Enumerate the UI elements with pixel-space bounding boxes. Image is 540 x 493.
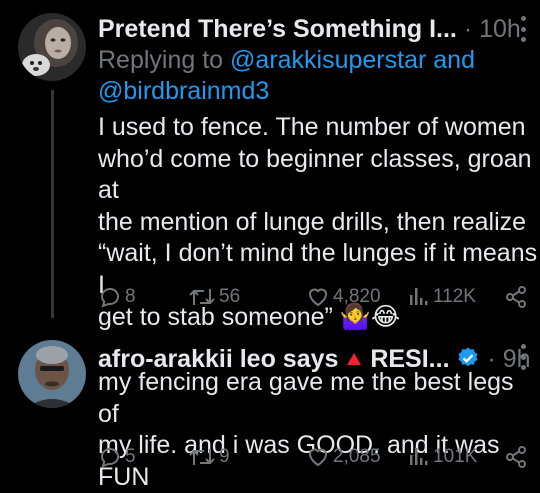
mention-link[interactable]: @arakkisuperstar <box>230 46 426 74</box>
tweet-text-line: the mention of lunge drills, then realiz… <box>98 207 527 236</box>
red-triangle-icon <box>347 353 362 365</box>
repost-count: 56 <box>219 286 241 307</box>
tweet-text: my fencing era gave me the best legs of … <box>98 367 538 493</box>
reply-button[interactable]: 8 <box>98 283 136 311</box>
tweet-text-line: who’d come to beginner classes, groan at <box>98 144 532 205</box>
replying-prefix: Replying to <box>98 46 224 74</box>
heart-icon <box>308 448 328 467</box>
views-icon <box>410 288 428 305</box>
share-button[interactable] <box>504 443 528 471</box>
tweet-text-line: my fencing era gave me the best legs of <box>98 368 514 428</box>
tweet[interactable]: Pretend There’s Something I... · 10h Rep… <box>0 0 540 331</box>
view-count: 112K <box>433 286 476 307</box>
share-icon <box>506 446 526 468</box>
like-button[interactable]: 2,085 <box>306 443 381 471</box>
reply-button[interactable]: 5 <box>98 443 136 471</box>
repost-count: 9 <box>219 446 230 467</box>
like-count: 4,820 <box>333 286 381 307</box>
reply-icon <box>100 288 119 308</box>
like-button[interactable]: 4,820 <box>306 283 381 311</box>
avatar[interactable] <box>18 13 86 81</box>
share-button[interactable] <box>504 283 528 311</box>
mention-link[interactable]: @birdbrainmd3 <box>98 77 269 105</box>
repost-icon <box>189 449 215 465</box>
action-bar: 5 9 2,085 101K <box>98 443 528 471</box>
tweet-text-line: I used to fence. The number of women <box>98 113 526 141</box>
replying-to: Replying to @arakkisuperstar and @birdbr… <box>98 45 518 107</box>
tweet[interactable]: afro-arakkii leo says RESI... · 9h my fe… <box>0 330 540 491</box>
views-icon <box>410 448 428 465</box>
repost-button[interactable]: 9 <box>188 443 230 471</box>
repost-button[interactable]: 56 <box>188 283 240 311</box>
avatar[interactable] <box>18 340 86 408</box>
more-icon[interactable] <box>516 16 530 42</box>
views-button[interactable]: 101K <box>408 443 477 471</box>
reply-icon <box>100 448 119 468</box>
repost-icon <box>189 289 215 305</box>
views-button[interactable]: 112K <box>408 283 476 311</box>
reply-count: 8 <box>125 286 136 307</box>
share-icon <box>506 286 526 308</box>
reply-count: 5 <box>125 446 136 467</box>
timestamp[interactable]: 10h <box>479 15 521 43</box>
like-count: 2,085 <box>333 446 381 467</box>
display-name[interactable]: Pretend There’s Something I... <box>98 15 457 43</box>
tweet-header: Pretend There’s Something I... · 10h <box>98 12 526 46</box>
heart-icon <box>308 288 328 307</box>
replying-and[interactable]: and <box>433 46 475 74</box>
view-count: 101K <box>433 446 478 467</box>
separator: · <box>463 15 473 43</box>
thread-line <box>51 90 54 318</box>
action-bar: 8 56 4,820 112K <box>98 283 528 311</box>
